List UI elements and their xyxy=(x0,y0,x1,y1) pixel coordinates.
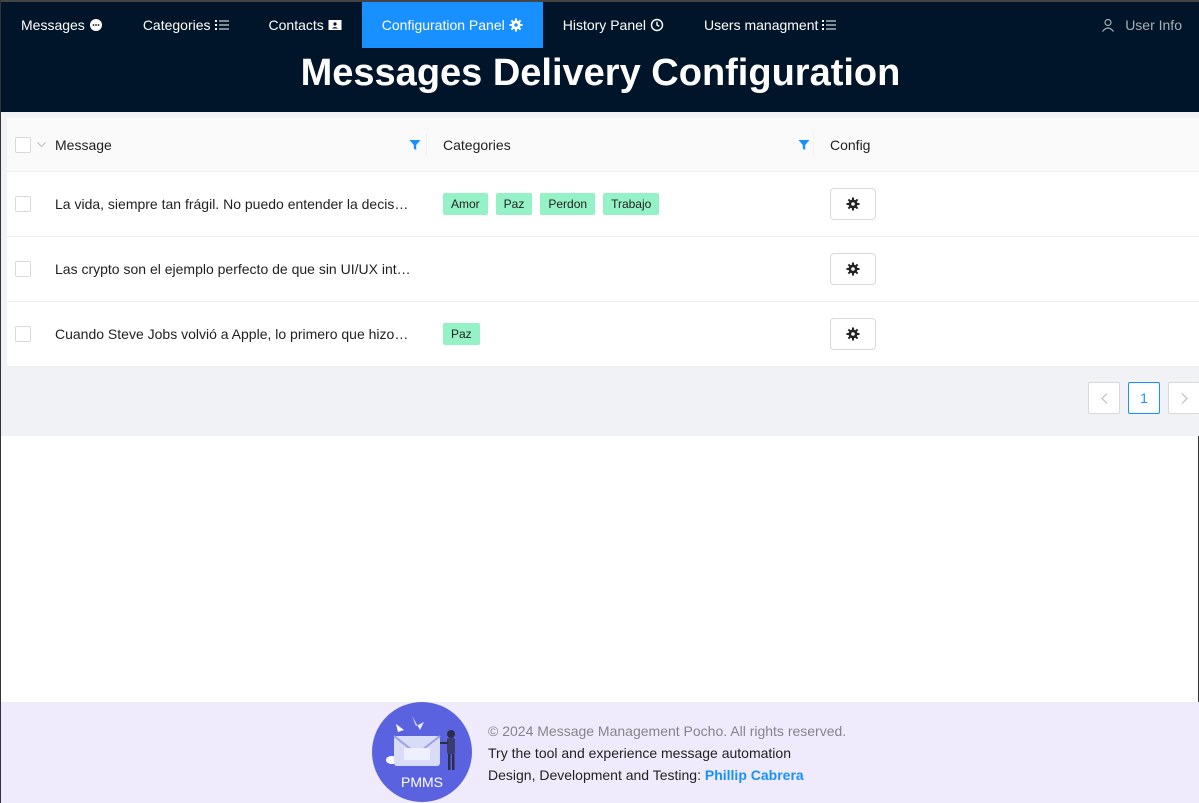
nav-item-label: Users managment xyxy=(704,17,819,33)
author-link[interactable]: Phillip Cabrera xyxy=(705,767,804,783)
table-row: Las crypto son el ejemplo perfecto de qu… xyxy=(7,237,1199,302)
select-all-cell xyxy=(15,118,55,171)
history-clock-icon xyxy=(650,18,664,32)
column-header-config: Config xyxy=(814,118,1199,171)
categories-cell: Amor Paz Perdon Trabajo xyxy=(427,172,814,236)
category-tag: Perdon xyxy=(540,193,596,215)
user-info-label: User Info xyxy=(1125,17,1182,33)
footer-text: © 2024 Message Management Pocho. All rig… xyxy=(488,720,846,786)
page-button[interactable]: 1 xyxy=(1128,382,1160,414)
page-title: Messages Delivery Configuration xyxy=(300,52,901,94)
row-checkbox[interactable] xyxy=(15,261,31,277)
messages-table: Message Categories Config La vida, siemp… xyxy=(7,118,1199,367)
logo-text: PMMS xyxy=(401,774,443,790)
categories-cell: Paz xyxy=(427,302,814,366)
row-checkbox[interactable] xyxy=(15,196,31,212)
config-button[interactable] xyxy=(830,188,876,220)
pmms-logo: PMMS xyxy=(372,702,472,802)
config-cell xyxy=(814,172,1199,236)
message-cell: Las crypto son el ejemplo perfecto de qu… xyxy=(55,237,425,301)
main-content: Message Categories Config La vida, siemp… xyxy=(1,112,1199,436)
column-title: Message xyxy=(55,136,112,153)
tagline: Try the tool and experience message auto… xyxy=(488,745,791,761)
prev-page-button[interactable] xyxy=(1088,382,1120,414)
filter-icon[interactable] xyxy=(409,138,421,154)
config-button[interactable] xyxy=(830,318,876,350)
column-title: Categories xyxy=(443,136,511,153)
credit-prefix: Design, Development and Testing: xyxy=(488,767,705,783)
nav-item-label: Configuration Panel xyxy=(381,17,505,33)
categories-cell xyxy=(427,237,814,301)
user-info-menu[interactable]: User Info xyxy=(1101,2,1182,48)
category-tag: Trabajo xyxy=(603,193,660,215)
nav-item-configuration-panel[interactable]: Configuration Panel xyxy=(361,2,543,48)
config-cell xyxy=(814,237,1199,301)
pagination: 1 xyxy=(1080,382,1199,414)
row-select-cell xyxy=(15,237,55,301)
message-bubble-icon xyxy=(89,18,103,32)
nav-item-label: Categories xyxy=(142,17,211,33)
gear-icon xyxy=(846,197,860,211)
nav-item-history-panel[interactable]: History Panel xyxy=(543,2,684,48)
nav-item-label: History Panel xyxy=(562,17,647,33)
message-text: Cuando Steve Jobs volvió a Apple, lo pri… xyxy=(55,326,411,342)
column-title: Config xyxy=(830,136,871,153)
gear-icon xyxy=(846,327,860,341)
table-header: Message Categories Config xyxy=(7,118,1199,172)
row-checkbox[interactable] xyxy=(15,326,31,342)
table-row: Cuando Steve Jobs volvió a Apple, lo pri… xyxy=(7,302,1199,367)
filter-icon[interactable] xyxy=(798,138,810,154)
nav-item-messages[interactable]: Messages xyxy=(1,2,123,48)
message-cell: La vida, siempre tan frágil. No puedo en… xyxy=(55,172,425,236)
top-nav: Messages Categories Contacts Configurati… xyxy=(1,2,1199,48)
credits: Design, Development and Testing: Phillip… xyxy=(488,764,846,786)
config-button[interactable] xyxy=(830,253,876,285)
category-tag: Paz xyxy=(443,323,480,345)
contact-card-icon xyxy=(328,19,342,31)
message-text: Las crypto son el ejemplo perfecto de qu… xyxy=(55,261,411,277)
select-all-checkbox[interactable] xyxy=(15,136,31,153)
config-cell xyxy=(814,302,1199,366)
next-page-button[interactable] xyxy=(1168,382,1199,414)
column-header-categories: Categories xyxy=(427,118,814,171)
user-icon xyxy=(1101,18,1115,32)
app-header: Messages Categories Contacts Configurati… xyxy=(1,0,1199,112)
category-tag: Amor xyxy=(443,193,488,215)
copyright: © 2024 Message Management Pocho. All rig… xyxy=(488,723,847,739)
list-icon xyxy=(214,19,229,31)
chevron-down-icon[interactable] xyxy=(37,141,46,148)
gear-icon xyxy=(846,262,860,276)
list-icon xyxy=(822,19,837,31)
row-select-cell xyxy=(15,302,55,366)
footer: PMMS © 2024 Message Management Pocho. Al… xyxy=(1,702,1199,803)
nav-item-label: Messages xyxy=(21,17,85,33)
nav-item-users-managment[interactable]: Users managment xyxy=(684,2,856,48)
chevron-right-icon xyxy=(1181,392,1188,404)
message-text: La vida, siempre tan frágil. No puedo en… xyxy=(55,196,411,212)
column-header-message: Message xyxy=(55,118,425,171)
nav-item-categories[interactable]: Categories xyxy=(123,2,249,48)
category-tag: Paz xyxy=(495,193,533,215)
gear-icon xyxy=(509,18,523,32)
nav-item-label: Contacts xyxy=(268,17,324,33)
chevron-left-icon xyxy=(1100,392,1108,404)
nav-item-contacts[interactable]: Contacts xyxy=(249,2,362,48)
row-select-cell xyxy=(15,172,55,236)
table-row: La vida, siempre tan frágil. No puedo en… xyxy=(7,172,1199,237)
message-cell: Cuando Steve Jobs volvió a Apple, lo pri… xyxy=(55,302,425,366)
